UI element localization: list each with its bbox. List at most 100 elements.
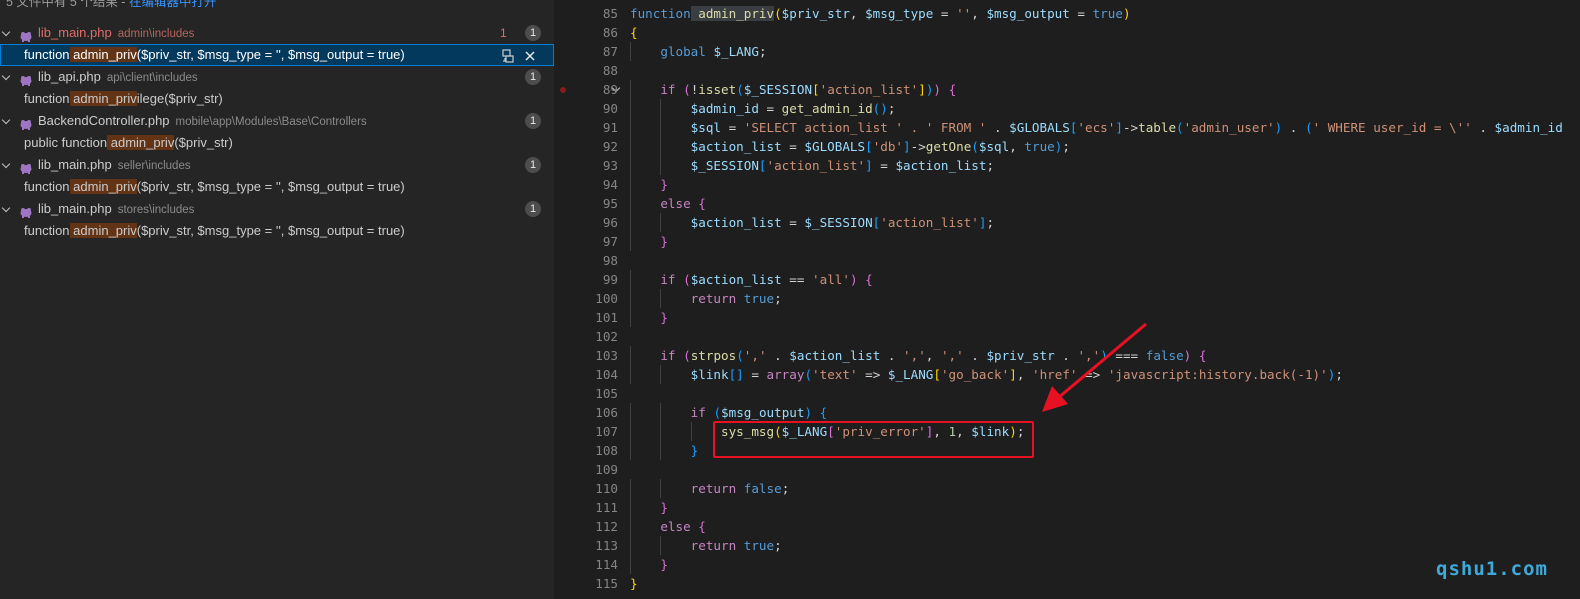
indent-guide: [630, 346, 631, 365]
chevron-down-icon[interactable]: [1, 71, 11, 81]
line-number: 112: [595, 519, 618, 534]
code-token: $_SESSION: [804, 215, 873, 230]
line-number: 107: [595, 424, 618, 439]
code-text: $action_list = $_SESSION['action_list'];: [630, 213, 994, 232]
code-line[interactable]: 97 }: [554, 232, 1580, 251]
match-highlight: admin_priv: [69, 91, 137, 106]
match-after: ($priv_str): [174, 135, 233, 150]
breakpoint-icon[interactable]: [560, 87, 566, 93]
result-match-row[interactable]: function admin_privilege($priv_str): [0, 88, 554, 110]
result-file-row[interactable]: lib_main.php stores\includes 1: [0, 198, 554, 220]
code-token: if: [660, 82, 676, 97]
result-file-name: lib_main.php seller\includes: [38, 154, 191, 177]
code-token: (): [872, 101, 888, 116]
code-line[interactable]: 112 else {: [554, 517, 1580, 536]
indent-guide: [660, 403, 662, 422]
code-token: $GLOBALS: [804, 139, 866, 154]
code-line[interactable]: 94 }: [554, 175, 1580, 194]
code-line[interactable]: 86 {: [554, 23, 1580, 42]
code-token: $_SESSION: [743, 82, 813, 97]
code-line[interactable]: 96 $action_list = $_SESSION['action_list…: [554, 213, 1580, 232]
indent-guide: [660, 441, 662, 460]
indent-guide: [630, 308, 631, 327]
code-token: ;: [1335, 367, 1343, 382]
line-number: 95: [602, 196, 618, 211]
code-token: isset: [698, 82, 737, 97]
code-line[interactable]: 113 return true;: [554, 536, 1580, 555]
code-text: $link[] = array('text' => $_LANG['go_bac…: [630, 365, 1343, 384]
chevron-down-icon[interactable]: [1, 203, 11, 213]
code-line[interactable]: 89 if (!isset($_SESSION['action_list']))…: [554, 80, 1580, 99]
code-line[interactable]: 85 function admin_priv($priv_str, $msg_ty…: [554, 4, 1580, 23]
result-match-row[interactable]: function admin_priv($priv_str, $msg_type…: [0, 44, 554, 66]
code-line[interactable]: 98: [554, 251, 1580, 270]
php-file-icon: [20, 203, 33, 218]
code-line[interactable]: 87 global $_LANG;: [554, 42, 1580, 61]
code-token: else: [660, 196, 691, 211]
replace-icon[interactable]: [501, 48, 515, 63]
indent-guide: [660, 137, 662, 156]
match-after: ($priv_str, $msg_type = '', $msg_output …: [136, 47, 405, 62]
search-results-panel: 5 文件中有 5 个结果 - 在编辑器中打开 lib_main.php admin…: [0, 0, 554, 599]
code-line[interactable]: 107 sys_msg($_LANG['priv_error'], 1, $li…: [554, 422, 1580, 441]
result-file-row[interactable]: lib_main.php admin\includes 1 1: [0, 22, 554, 44]
code-token: =>: [857, 367, 888, 382]
close-icon[interactable]: [523, 48, 537, 62]
line-number: 108: [595, 443, 618, 458]
code-line[interactable]: 108 }: [554, 441, 1580, 460]
result-match-row[interactable]: function admin_priv($priv_str, $msg_type…: [0, 220, 554, 242]
code-token: return: [690, 538, 737, 553]
code-line[interactable]: 110 return false;: [554, 479, 1580, 498]
line-number: 104: [595, 367, 618, 382]
code-token: $_LANG: [887, 367, 934, 382]
line-number: 99: [602, 272, 618, 287]
code-text: else {: [630, 194, 706, 213]
code-token: }: [660, 234, 668, 249]
indent-guide: [630, 289, 631, 308]
code-line[interactable]: 115}: [554, 574, 1580, 593]
chevron-down-icon[interactable]: [1, 115, 11, 125]
code-token: ->: [1122, 120, 1139, 135]
match-before: function: [24, 179, 70, 194]
code-line[interactable]: 114 }: [554, 555, 1580, 574]
code-token: $msg_output: [721, 405, 805, 420]
code-text: if (!isset($_SESSION['action_list'])) {: [630, 80, 956, 99]
code-token: $action_list: [690, 139, 782, 154]
code-line[interactable]: 109: [554, 460, 1580, 479]
result-match-row[interactable]: function admin_priv($priv_str, $msg_type…: [0, 176, 554, 198]
code-token: ]: [1009, 367, 1017, 382]
code-line[interactable]: 93 $_SESSION['action_list'] = $action_li…: [554, 156, 1580, 175]
code-line[interactable]: 91 $sql = 'SELECT action_list ' . ' FROM…: [554, 118, 1580, 137]
code-line[interactable]: 92 $action_list = $GLOBALS['db']->getOne…: [554, 137, 1580, 156]
result-file-row[interactable]: lib_main.php seller\includes 1: [0, 154, 554, 176]
code-token: $action_list: [789, 348, 881, 363]
code-editor[interactable]: 8485function admin_priv($priv_str, $msg_…: [554, 0, 1580, 599]
chevron-down-icon[interactable]: [1, 27, 11, 37]
result-file-name: BackendController.php mobile\app\Modules\…: [38, 110, 367, 133]
code-text: return false;: [630, 479, 790, 498]
code-token: ): [804, 405, 813, 420]
indent-guide: [660, 289, 662, 308]
code-line[interactable]: 100 return true;: [554, 289, 1580, 308]
code-token: .: [986, 120, 1010, 135]
chevron-down-icon[interactable]: [1, 159, 11, 169]
code-token: =: [743, 367, 767, 382]
file-path-text: admin\includes: [117, 28, 195, 40]
result-match-row[interactable]: public function admin_priv($priv_str): [0, 132, 554, 154]
result-file-row[interactable]: BackendController.php mobile\app\Modules\…: [0, 110, 554, 132]
open-in-editor-link[interactable]: 在编辑器中打开: [129, 0, 217, 9]
code-token: $action_list: [690, 272, 782, 287]
code-line[interactable]: 88: [554, 61, 1580, 80]
code-line[interactable]: 95 else {: [554, 194, 1580, 213]
code-token: 'action_list': [880, 215, 979, 230]
result-file-row[interactable]: lib_api.php api\client\includes 1: [0, 66, 554, 88]
code-token: table: [1138, 120, 1177, 135]
code-token: (: [713, 405, 722, 420]
line-number: 86: [602, 25, 618, 40]
indent-guide: [630, 213, 631, 232]
php-file-icon: [20, 71, 33, 86]
code-line[interactable]: 111 }: [554, 498, 1580, 517]
code-line[interactable]: 90 $admin_id = get_admin_id();: [554, 99, 1580, 118]
code-line[interactable]: 99 if ($action_list == 'all') {: [554, 270, 1580, 289]
